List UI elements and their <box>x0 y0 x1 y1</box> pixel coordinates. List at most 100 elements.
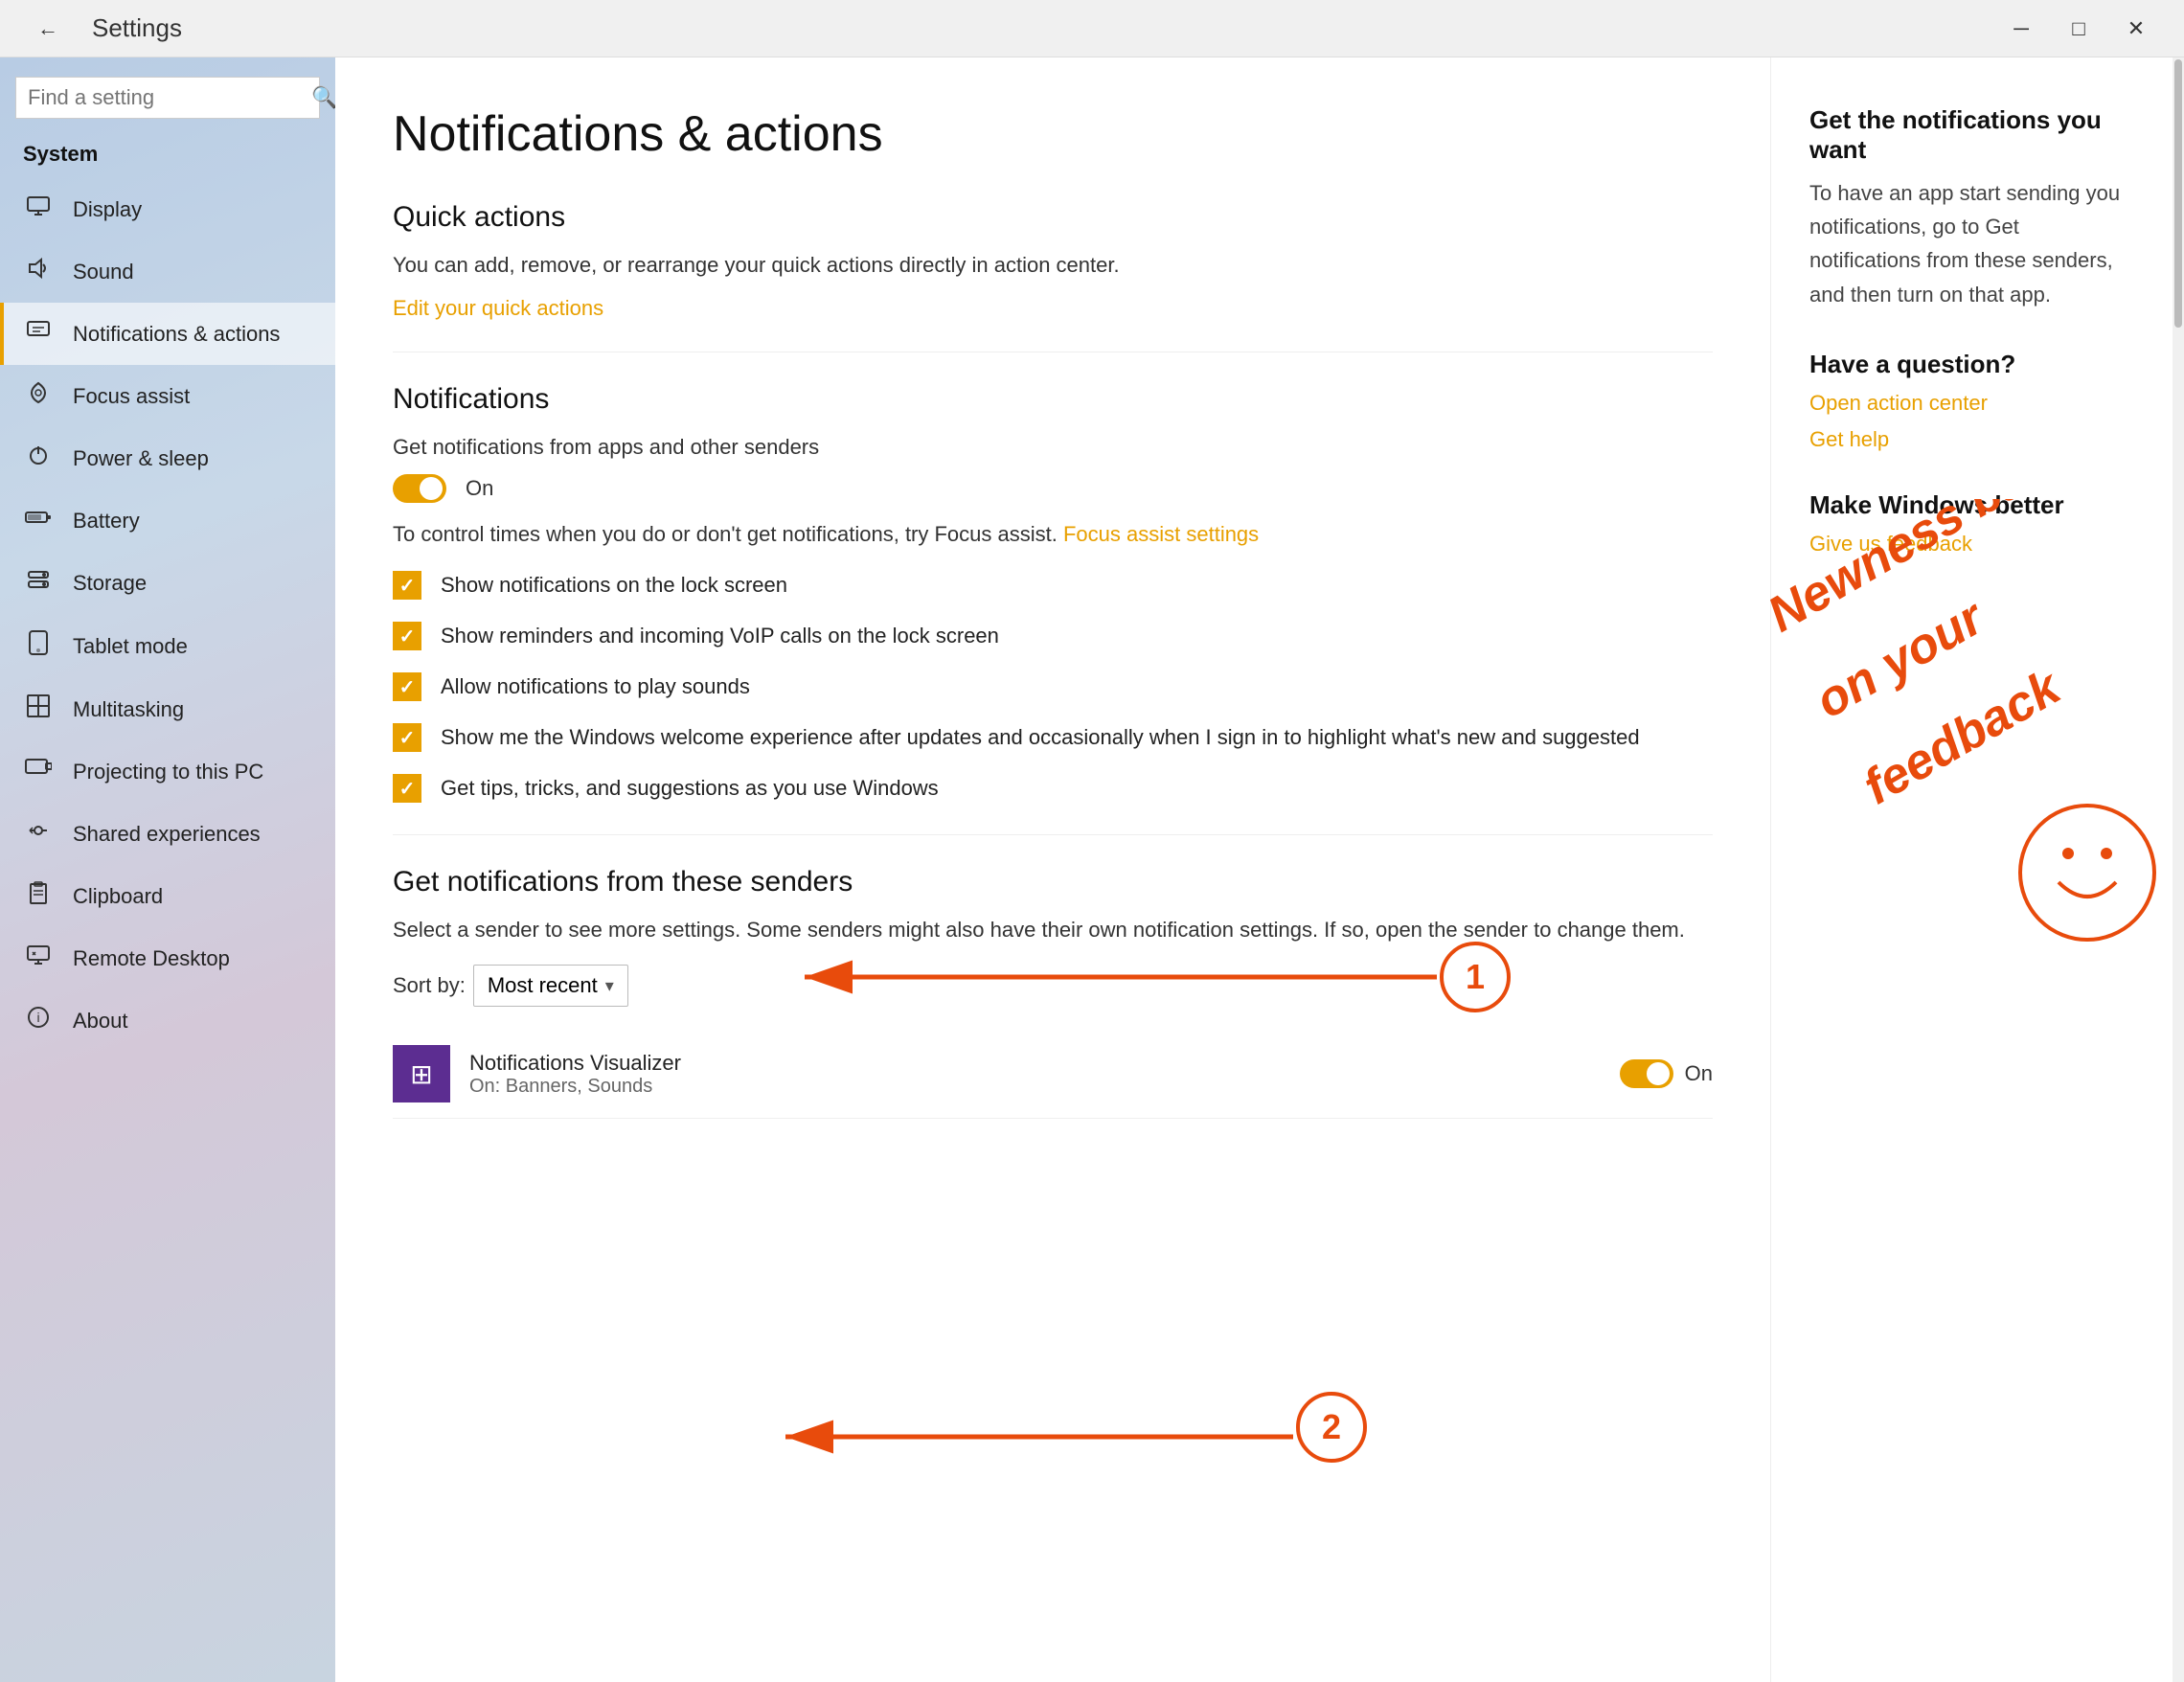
checkbox-lock-screen-box[interactable] <box>393 571 421 600</box>
right-panel-get-notif-title: Get the notifications you want <box>1809 105 2134 165</box>
get-help-link[interactable]: Get help <box>1809 427 2134 452</box>
maximize-button[interactable]: □ <box>2050 5 2107 53</box>
sidebar-section-title: System <box>0 134 335 178</box>
multitasking-icon <box>23 693 54 725</box>
quick-actions-desc: You can add, remove, or rearrange your q… <box>393 249 1713 281</box>
notifications-icon <box>23 318 54 350</box>
notif-visualizer-name: Notifications Visualizer <box>469 1051 1601 1076</box>
sidebar-item-label: Power & sleep <box>73 446 209 471</box>
right-panel-question-title: Have a question? <box>1809 350 2134 379</box>
quick-actions-title: Quick actions <box>393 201 1713 234</box>
right-panel-get-notif-desc: To have an app start sending you notific… <box>1809 176 2134 311</box>
sidebar-item-focus-assist[interactable]: Focus assist <box>0 365 335 427</box>
checkbox-welcome: Show me the Windows welcome experience a… <box>393 721 1713 753</box>
battery-icon <box>23 505 54 536</box>
sidebar-item-tablet-mode[interactable]: Tablet mode <box>0 614 335 678</box>
sidebar-item-battery[interactable]: Battery <box>0 489 335 552</box>
sidebar-item-power-sleep[interactable]: Power & sleep <box>0 427 335 489</box>
checkbox-sounds-box[interactable] <box>393 672 421 701</box>
sidebar-item-display[interactable]: Display <box>0 178 335 240</box>
search-icon: 🔍 <box>311 85 335 110</box>
handwritten-annotation: Newness based on your feedback <box>1733 499 2184 978</box>
checkbox-voip: Show reminders and incoming VoIP calls o… <box>393 620 1713 651</box>
checkbox-tips: Get tips, tricks, and suggestions as you… <box>393 772 1713 804</box>
close-button[interactable]: ✕ <box>2107 5 2165 53</box>
checkbox-lock-screen: Show notifications on the lock screen <box>393 569 1713 601</box>
sort-select[interactable]: Most recent ▾ <box>473 965 628 1007</box>
app-title: Settings <box>92 13 182 43</box>
notif-visualizer-toggle[interactable] <box>1620 1059 1673 1088</box>
sidebar-item-about[interactable]: i About <box>0 989 335 1052</box>
senders-title: Get notifications from these senders <box>393 866 1713 898</box>
checkbox-welcome-label: Show me the Windows welcome experience a… <box>441 721 1640 753</box>
focus-assist-icon <box>23 380 54 412</box>
edit-quick-actions-link[interactable]: Edit your quick actions <box>393 296 603 320</box>
sidebar-item-label: Sound <box>73 260 134 284</box>
sidebar-item-label: Storage <box>73 571 147 596</box>
notif-visualizer-icon: ⊞ <box>393 1045 450 1102</box>
right-panel: Get the notifications you want To have a… <box>1770 57 2173 1682</box>
notif-visualizer-row[interactable]: ⊞ Notifications Visualizer On: Banners, … <box>393 1030 1713 1119</box>
sound-icon <box>23 256 54 287</box>
checkbox-voip-box[interactable] <box>393 622 421 650</box>
sidebar-item-projecting[interactable]: Projecting to this PC <box>0 740 335 803</box>
tablet-icon <box>23 629 54 663</box>
sidebar-item-label: Shared experiences <box>73 822 261 847</box>
projecting-icon <box>23 756 54 787</box>
window-controls: ─ □ ✕ <box>1992 5 2165 53</box>
search-box[interactable]: 🔍 <box>15 77 320 119</box>
sidebar-item-label: Focus assist <box>73 384 190 409</box>
sidebar-item-label: Battery <box>73 509 140 534</box>
focus-assist-settings-link[interactable]: Focus assist settings <box>1063 522 1259 546</box>
sidebar-item-label: Multitasking <box>73 697 184 722</box>
checkbox-welcome-box[interactable] <box>393 723 421 752</box>
sidebar-item-shared-experiences[interactable]: Shared experiences <box>0 803 335 865</box>
remote-icon <box>23 943 54 974</box>
checkbox-tips-box[interactable] <box>393 774 421 803</box>
get-notifications-row: Get notifications from apps and other se… <box>393 431 1713 463</box>
sidebar-item-label: Projecting to this PC <box>73 760 263 784</box>
scrollbar-thumb[interactable] <box>2174 59 2182 328</box>
shared-icon <box>23 818 54 850</box>
notifications-toggle[interactable] <box>393 474 446 503</box>
sidebar-item-remote-desktop[interactable]: Remote Desktop <box>0 927 335 989</box>
content-area: Notifications & actions Quick actions Yo… <box>335 57 2184 1682</box>
checkbox-lock-screen-label: Show notifications on the lock screen <box>441 569 787 601</box>
notif-visualizer-toggle-label: On <box>1685 1061 1713 1086</box>
about-icon: i <box>23 1005 54 1036</box>
checkbox-sounds-label: Allow notifications to play sounds <box>441 671 750 702</box>
sort-by-label: Sort by: <box>393 973 466 998</box>
sidebar-item-clipboard[interactable]: Clipboard <box>0 865 335 927</box>
back-icon: ← <box>37 16 58 41</box>
back-button[interactable]: ← <box>19 5 77 53</box>
storage-icon <box>23 567 54 599</box>
open-action-center-link[interactable]: Open action center <box>1809 391 2134 416</box>
divider-2 <box>393 834 1713 835</box>
power-icon <box>23 443 54 474</box>
sidebar: 🔍 System Display Sound Notifications & a… <box>0 57 335 1682</box>
checkbox-tips-label: Get tips, tricks, and suggestions as you… <box>441 772 939 804</box>
search-input[interactable] <box>28 85 304 110</box>
sidebar-item-label: Notifications & actions <box>73 322 280 347</box>
svg-text:i: i <box>36 1010 39 1025</box>
senders-desc: Select a sender to see more settings. So… <box>393 914 1713 945</box>
sidebar-item-storage[interactable]: Storage <box>0 552 335 614</box>
sidebar-item-sound[interactable]: Sound <box>0 240 335 303</box>
sidebar-item-label: Display <box>73 197 142 222</box>
sort-value: Most recent <box>488 973 598 998</box>
toggle-state-label: On <box>466 476 493 501</box>
sidebar-item-notifications[interactable]: Notifications & actions <box>0 303 335 365</box>
sort-chevron-icon: ▾ <box>605 976 614 996</box>
get-notifications-label: Get notifications from apps and other se… <box>393 431 819 463</box>
notif-visualizer-sub: On: Banners, Sounds <box>469 1076 1601 1098</box>
main-content: Notifications & actions Quick actions Yo… <box>335 57 1770 1682</box>
sidebar-item-multitasking[interactable]: Multitasking <box>0 678 335 740</box>
sidebar-item-label: About <box>73 1009 128 1034</box>
notifications-title: Notifications <box>393 383 1713 416</box>
checkbox-voip-label: Show reminders and incoming VoIP calls o… <box>441 620 999 651</box>
toggle-row: On <box>393 474 1713 503</box>
checkbox-sounds: Allow notifications to play sounds <box>393 671 1713 702</box>
minimize-button[interactable]: ─ <box>1992 5 2050 53</box>
clipboard-icon <box>23 880 54 912</box>
sidebar-item-label: Tablet mode <box>73 634 188 659</box>
